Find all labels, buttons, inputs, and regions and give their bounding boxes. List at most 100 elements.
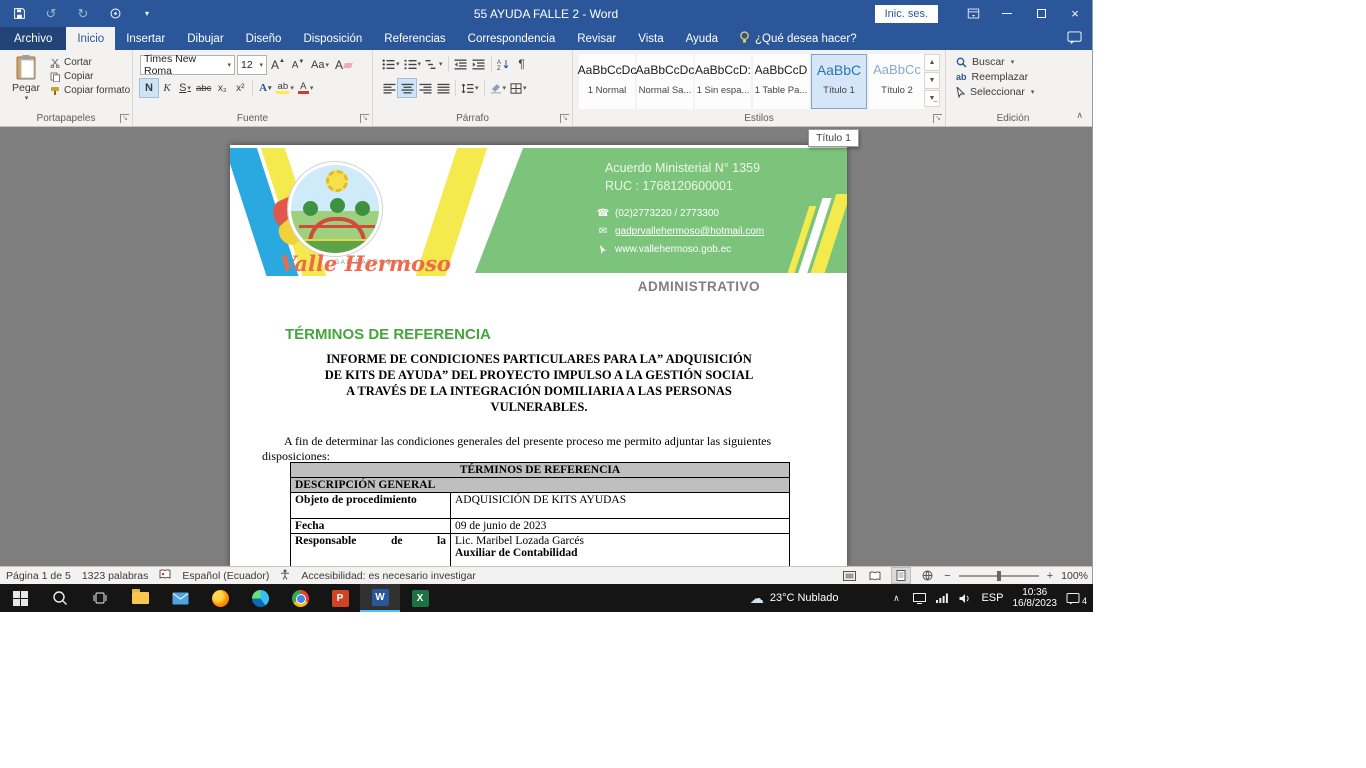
accessibility-icon[interactable] bbox=[280, 569, 290, 583]
zoom-slider-thumb[interactable] bbox=[997, 571, 1001, 581]
redo-icon[interactable]: ↻ bbox=[74, 5, 92, 23]
focus-mode-icon[interactable] bbox=[840, 568, 858, 583]
notification-center-button[interactable]: 4 bbox=[1066, 590, 1087, 606]
search-button[interactable] bbox=[40, 584, 80, 612]
show-marks-button[interactable]: ¶ bbox=[513, 55, 531, 73]
font-color-button[interactable]: A▾ bbox=[296, 79, 316, 97]
tab-dibujar[interactable]: Dibujar bbox=[176, 27, 234, 50]
select-button[interactable]: Seleccionar▾ bbox=[956, 86, 1034, 98]
mail-button[interactable] bbox=[160, 584, 200, 612]
paste-dropdown-icon[interactable]: ▾ bbox=[25, 94, 29, 102]
replace-button[interactable]: ab Reemplazar bbox=[956, 71, 1034, 83]
tab-vista[interactable]: Vista bbox=[627, 27, 674, 50]
font-name-combobox[interactable]: Times New Roma ▾ bbox=[140, 55, 235, 75]
print-layout-icon[interactable] bbox=[892, 568, 910, 583]
ribbon-display-options-icon[interactable] bbox=[956, 0, 990, 27]
undo-icon[interactable]: ↺ bbox=[42, 5, 60, 23]
increase-indent-button[interactable] bbox=[470, 55, 488, 73]
zoom-out-button[interactable]: − bbox=[944, 570, 950, 582]
font-size-combobox[interactable]: 12 ▾ bbox=[237, 55, 267, 75]
document-page[interactable]: Acuerdo Ministerial N° 1359 RUC : 176812… bbox=[230, 145, 847, 566]
tellme-box[interactable]: ¿Qué desea hacer? bbox=[729, 27, 867, 50]
zoom-in-button[interactable]: + bbox=[1047, 570, 1053, 582]
change-case-button[interactable]: Aa▾ bbox=[309, 56, 331, 74]
minimize-button[interactable] bbox=[990, 0, 1024, 27]
tab-correspondencia[interactable]: Correspondencia bbox=[457, 27, 567, 50]
tab-referencias[interactable]: Referencias bbox=[373, 27, 456, 50]
tray-chevron-icon[interactable]: ∧ bbox=[889, 593, 903, 604]
style-card-normal[interactable]: AaBbCcDc 1 Normal bbox=[579, 54, 635, 109]
style-card-titulo-2[interactable]: AaBbCc Título 2 bbox=[869, 54, 925, 109]
italic-button[interactable]: K bbox=[158, 79, 176, 97]
clear-format-button[interactable]: A bbox=[333, 56, 354, 74]
paste-button[interactable]: Pegar ▾ bbox=[8, 54, 44, 110]
touch-mode-icon[interactable] bbox=[106, 5, 124, 23]
paragraph-dialog-launcher[interactable]: ↘ bbox=[560, 114, 569, 123]
file-explorer-button[interactable] bbox=[120, 584, 160, 612]
qat-customize-icon[interactable]: ▾ bbox=[138, 5, 156, 23]
word-count[interactable]: 1323 palabras bbox=[82, 570, 149, 582]
line-spacing-button[interactable]: ▾ bbox=[459, 79, 481, 97]
close-button[interactable]: × bbox=[1058, 0, 1092, 27]
clock-widget[interactable]: 10:36 16/8/2023 bbox=[1012, 587, 1057, 609]
bullets-button[interactable]: ▾ bbox=[380, 55, 402, 73]
task-view-button[interactable] bbox=[80, 584, 120, 612]
tab-disposicion[interactable]: Disposición bbox=[292, 27, 373, 50]
gallery-up-icon[interactable]: ▲ bbox=[924, 54, 940, 71]
strikethrough-button[interactable]: abc bbox=[194, 79, 213, 97]
edge-button[interactable] bbox=[240, 584, 280, 612]
zoom-level[interactable]: 100% bbox=[1061, 570, 1088, 582]
chrome-button[interactable] bbox=[280, 584, 320, 612]
volume-icon[interactable] bbox=[958, 593, 972, 604]
copy-button[interactable]: Copiar bbox=[50, 71, 130, 82]
excel-button[interactable]: X bbox=[400, 584, 440, 612]
highlight-button[interactable]: ab▾ bbox=[274, 79, 296, 97]
align-right-button[interactable] bbox=[416, 79, 434, 97]
gallery-down-icon[interactable]: ▼ bbox=[924, 72, 940, 89]
tab-revisar[interactable]: Revisar bbox=[566, 27, 627, 50]
save-icon[interactable] bbox=[10, 5, 28, 23]
language-indicator[interactable]: Español (Ecuador) bbox=[182, 570, 269, 582]
start-button[interactable] bbox=[0, 584, 40, 612]
superscript-button[interactable]: x² bbox=[231, 79, 249, 97]
read-mode-icon[interactable] bbox=[866, 568, 884, 583]
tab-diseno[interactable]: Diseño bbox=[235, 27, 293, 50]
bold-button[interactable]: N bbox=[140, 79, 158, 97]
multilevel-list-button[interactable]: ▾ bbox=[423, 55, 445, 73]
accessibility-status[interactable]: Accesibilidad: es necesario investigar bbox=[301, 570, 476, 582]
powerpoint-button[interactable]: P bbox=[320, 584, 360, 612]
firefox-button[interactable] bbox=[200, 584, 240, 612]
tray-display-icon[interactable] bbox=[912, 593, 926, 604]
signin-button[interactable]: Inic. ses. bbox=[875, 5, 938, 23]
text-effects-button[interactable]: A▾ bbox=[256, 79, 274, 97]
style-card-titulo-1[interactable]: AaBbC Título 1 bbox=[811, 54, 867, 109]
word-button[interactable]: W bbox=[360, 584, 400, 612]
weather-widget[interactable]: ☁ 23°C Nublado bbox=[750, 590, 839, 607]
format-painter-button[interactable]: Copiar formato bbox=[50, 85, 130, 96]
numbering-button[interactable]: ▾ bbox=[402, 55, 424, 73]
style-card-normal-sa[interactable]: AaBbCcDc Normal Sa... bbox=[637, 54, 693, 109]
decrease-indent-button[interactable] bbox=[452, 55, 470, 73]
find-button[interactable]: Buscar▾ bbox=[956, 56, 1034, 68]
tab-insertar[interactable]: Insertar bbox=[115, 27, 176, 50]
collapse-ribbon-icon[interactable]: ∧ bbox=[1076, 110, 1083, 121]
feedback-comment-icon[interactable] bbox=[1067, 31, 1082, 48]
shading-button[interactable]: ▾ bbox=[488, 79, 509, 97]
shrink-font-button[interactable]: A▼ bbox=[289, 56, 307, 74]
underline-button[interactable]: S▾ bbox=[176, 79, 194, 97]
grow-font-button[interactable]: A▲ bbox=[269, 56, 287, 74]
cut-button[interactable]: Cortar bbox=[50, 57, 130, 68]
justify-button[interactable] bbox=[434, 79, 452, 97]
restore-button[interactable] bbox=[1024, 0, 1058, 27]
align-center-button[interactable] bbox=[398, 79, 416, 97]
subscript-button[interactable]: x₂ bbox=[213, 79, 231, 97]
keyboard-language[interactable]: ESP bbox=[981, 592, 1003, 604]
web-layout-icon[interactable] bbox=[918, 568, 936, 583]
sort-button[interactable]: AZ bbox=[495, 55, 513, 73]
network-icon[interactable] bbox=[935, 593, 949, 603]
style-card-sin-espaciado[interactable]: AaBbCcD: 1 Sin espa... bbox=[695, 54, 751, 109]
font-dialog-launcher[interactable]: ↘ bbox=[360, 114, 369, 123]
proofing-icon[interactable] bbox=[159, 569, 171, 583]
gallery-more-icon[interactable]: ▼̲ bbox=[924, 90, 940, 107]
style-card-table-pa[interactable]: AaBbCcD 1 Table Pa... bbox=[753, 54, 809, 109]
